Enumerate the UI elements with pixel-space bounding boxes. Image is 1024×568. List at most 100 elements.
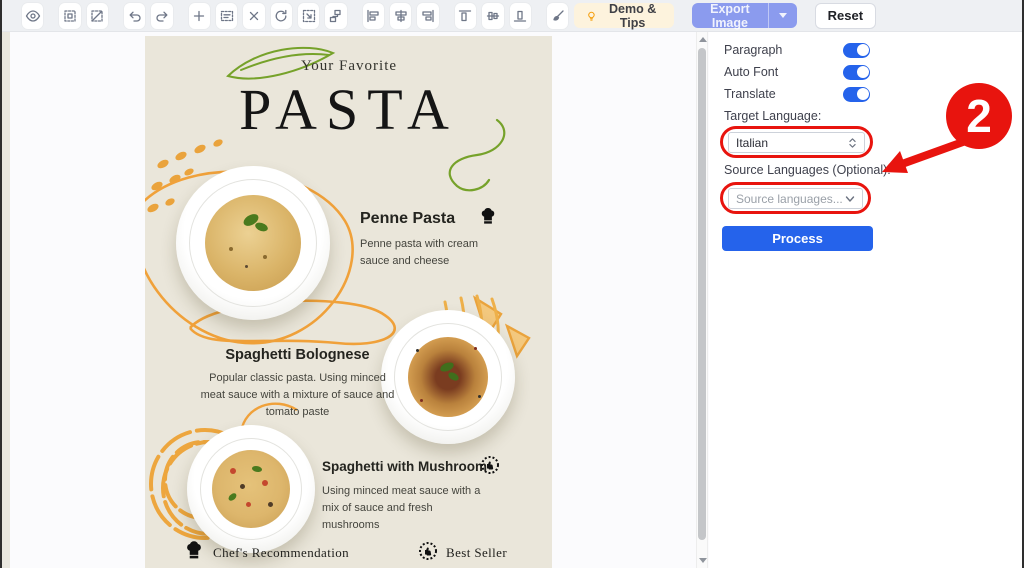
auto-font-toggle[interactable] [843, 65, 870, 80]
crop-frame-off-icon [89, 8, 105, 24]
export-dropdown-toggle[interactable] [768, 3, 797, 28]
auto-font-label: Auto Font [724, 65, 778, 79]
best-seller-label: Best Seller [446, 545, 507, 561]
crop-frame-icon [62, 8, 78, 24]
align-center-horizontal-button[interactable] [390, 3, 411, 29]
bolognese-name: Spaghetti Bolognese [225, 347, 369, 363]
bolognese-desc: Popular classic pasta. Using minced meat… [200, 370, 395, 421]
toggle-knob [857, 66, 869, 78]
bolognese-food [408, 337, 488, 417]
align-bottom-icon [512, 8, 528, 24]
scroll-up-arrow-icon[interactable] [699, 37, 707, 42]
penne-name: Penne Pasta [360, 210, 455, 227]
menu-item-bolognese: Spaghetti Bolognese Popular classic past… [200, 346, 395, 421]
align-bottom-button[interactable] [510, 3, 531, 29]
chevron-down-icon [845, 195, 855, 203]
scrollbar-thumb[interactable] [698, 48, 706, 540]
bolognese-plate-photo [381, 310, 515, 444]
toggle-knob [857, 88, 869, 100]
penne-plate-photo [176, 166, 330, 320]
penne-food [205, 195, 301, 291]
select-text-region-icon [219, 8, 235, 24]
align-top-icon [457, 8, 473, 24]
process-label: Process [772, 231, 823, 246]
chevron-down-icon [779, 13, 787, 18]
canvas-left-strip [2, 32, 10, 568]
align-center-vertical-button[interactable] [482, 3, 503, 29]
penne-desc: Penne pasta with cream sauce and cheese [360, 236, 490, 270]
demo-tips-button[interactable]: Demo & Tips [574, 3, 674, 28]
x-icon [246, 8, 262, 24]
paragraph-label: Paragraph [724, 43, 782, 57]
align-left-icon [365, 8, 381, 24]
align-right-button[interactable] [417, 3, 438, 29]
poster-tagline: Your Favorite [249, 58, 449, 75]
rotate-button[interactable] [271, 3, 292, 29]
align-top-button[interactable] [455, 3, 476, 29]
target-language-label: Target Language: [724, 109, 821, 123]
undo-button[interactable] [124, 3, 145, 29]
plus-icon [191, 8, 207, 24]
best-seller-badge-icon [480, 455, 500, 475]
align-center-vertical-icon [485, 8, 501, 24]
delete-x-button[interactable] [243, 3, 264, 29]
clean-brush-button[interactable] [547, 3, 568, 29]
mushroom-name: Spaghetti with Mushroom [322, 459, 487, 474]
group-structure-icon [328, 8, 344, 24]
menu-item-mushroom: Spaghetti with Mushroom Using minced mea… [322, 458, 487, 534]
menu-item-penne: Penne Pasta Penne pasta with cream sauce… [360, 210, 490, 270]
export-image-button[interactable]: Export Image [692, 3, 796, 28]
scroll-down-arrow-icon[interactable] [699, 558, 707, 563]
preview-eye-button[interactable] [22, 3, 43, 29]
mushroom-desc: Using minced meat sauce with a mix of sa… [322, 483, 484, 534]
updown-chevron-icon [848, 137, 857, 149]
process-button[interactable]: Process [722, 226, 873, 251]
demo-tips-label: Demo & Tips [603, 2, 662, 30]
undo-icon [127, 8, 143, 24]
crop-frame-off-button[interactable] [87, 3, 108, 29]
annotation-step-number: 2 [946, 83, 1012, 149]
auto-font-toggle-row: Auto Font [724, 64, 980, 80]
poster-title: PASTA [145, 76, 552, 143]
add-plus-button[interactable] [189, 3, 210, 29]
translate-toggle[interactable] [843, 87, 870, 102]
redo-icon [154, 8, 170, 24]
mushroom-food [212, 450, 290, 528]
rotate-icon [273, 8, 289, 24]
brush-icon [550, 8, 566, 24]
align-right-icon [420, 8, 436, 24]
eye-icon [25, 8, 41, 24]
target-language-value: Italian [736, 136, 768, 150]
source-languages-placeholder: Source languages... [736, 192, 843, 206]
translate-label: Translate [724, 87, 776, 101]
chef-hat-icon [478, 206, 498, 226]
detect-region-button[interactable] [298, 3, 319, 29]
editor-canvas: Your Favorite PASTA [2, 32, 1022, 568]
align-center-horizontal-icon [393, 8, 409, 24]
reset-label: Reset [828, 8, 863, 23]
translate-toggle-row: Translate [724, 86, 980, 102]
detect-region-icon [301, 8, 317, 24]
source-languages-select[interactable]: Source languages... [728, 188, 863, 209]
paragraph-toggle-row: Paragraph [724, 42, 980, 58]
crop-frame-button[interactable] [59, 3, 80, 29]
target-language-select[interactable]: Italian [728, 132, 865, 153]
toggle-knob [857, 44, 869, 56]
reset-button[interactable]: Reset [815, 3, 876, 29]
chef-hat-icon [183, 539, 205, 561]
step-number-text: 2 [966, 89, 992, 143]
lightbulb-icon [586, 9, 597, 23]
redo-button[interactable] [151, 3, 172, 29]
best-seller-badge-icon [418, 541, 438, 561]
source-languages-label: Source Languages (Optional): [724, 163, 891, 177]
vertical-scrollbar[interactable] [696, 32, 708, 568]
select-text-region-button[interactable] [216, 3, 237, 29]
group-structure-button[interactable] [325, 3, 346, 29]
poster-image[interactable]: Your Favorite PASTA [145, 36, 552, 568]
paragraph-toggle[interactable] [843, 43, 870, 58]
chefs-recommendation-label: Chef's Recommendation [213, 545, 349, 561]
export-image-label: Export Image [692, 2, 767, 30]
toolbar: Demo & Tips Export Image Reset [2, 0, 1022, 32]
align-left-button[interactable] [363, 3, 384, 29]
mushroom-plate-photo [187, 425, 315, 553]
